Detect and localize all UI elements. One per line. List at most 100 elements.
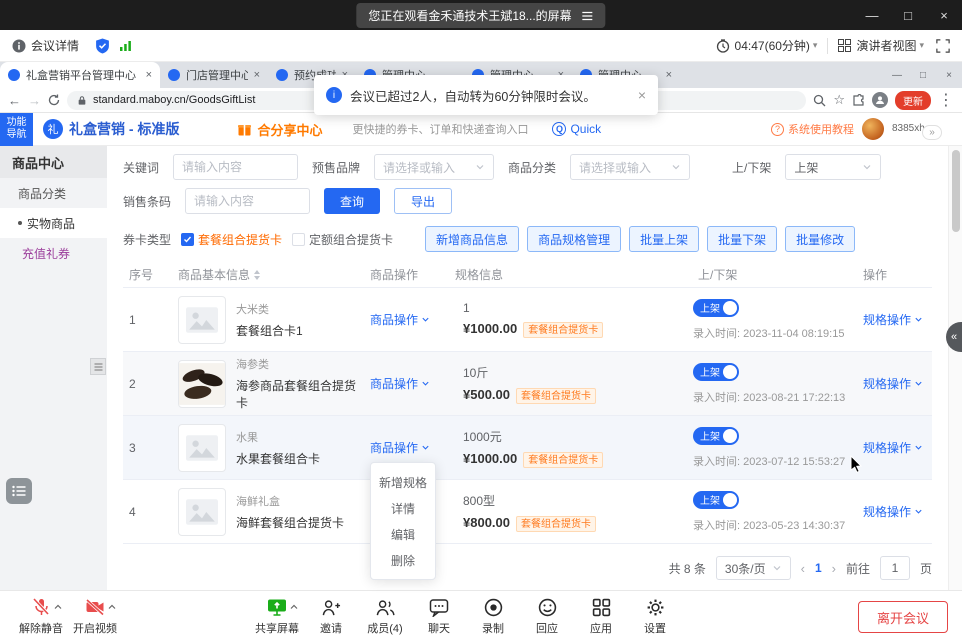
start-video-button[interactable]: 开启视频 xyxy=(68,597,122,636)
close-button[interactable]: × xyxy=(926,0,962,30)
shelf-select[interactable]: 上架 xyxy=(785,154,881,180)
function-nav-button[interactable]: 功能 导航 xyxy=(0,113,33,146)
meeting-details-link[interactable]: 会议详情 xyxy=(31,37,79,54)
category-select[interactable]: 请选择或输入 xyxy=(570,154,690,180)
browser-tab-active[interactable]: 礼盒营销平台管理中心 × xyxy=(0,62,160,88)
browser-menu-icon[interactable]: ⋮ xyxy=(938,90,954,110)
apps-button[interactable]: 应用 xyxy=(574,597,628,636)
browser-tab[interactable]: 门店管理中心 × xyxy=(160,62,268,88)
record-button[interactable]: 录制 xyxy=(466,597,520,636)
members-button[interactable]: 成员(4) xyxy=(358,597,412,636)
current-page[interactable]: 1 xyxy=(815,561,822,575)
tab-close-icon[interactable]: × xyxy=(254,69,260,81)
search-icon[interactable] xyxy=(813,94,826,107)
brand-select[interactable]: 请选择或输入 xyxy=(374,154,494,180)
browser-window-controls: — □ × xyxy=(884,62,962,88)
leave-meeting-button[interactable]: 离开会议 xyxy=(858,601,948,633)
bookmark-star-icon[interactable]: ☆ xyxy=(833,92,845,108)
reload-icon[interactable] xyxy=(48,94,60,106)
maximize-button[interactable]: □ xyxy=(890,0,926,30)
browser-close-icon[interactable]: × xyxy=(936,70,962,81)
page-size-select[interactable]: 30条/页 xyxy=(716,556,791,580)
checkbox-package-card[interactable]: 套餐组合提货卡 xyxy=(181,231,282,248)
reactions-button[interactable]: 回应 xyxy=(520,597,574,636)
goods-name: 海鲜套餐组合提货卡 xyxy=(236,514,344,531)
spec-action-link[interactable]: 规格操作 xyxy=(863,503,923,520)
chat-button[interactable]: 聊天 xyxy=(412,597,466,636)
browser-maximize-icon[interactable]: □ xyxy=(910,70,936,81)
browser-update-button[interactable]: 更新 xyxy=(895,91,931,110)
spec-action-link[interactable]: 规格操作 xyxy=(863,311,923,328)
search-button[interactable]: 查询 xyxy=(324,188,380,214)
gift-box-icon xyxy=(237,122,252,137)
share-screen-button[interactable]: 共享屏幕 xyxy=(250,597,304,636)
spec-manage-button[interactable]: 商品规格管理 xyxy=(527,226,621,252)
menu-item-detail[interactable]: 详情 xyxy=(371,495,435,521)
checkbox-unchecked-icon xyxy=(292,233,305,246)
unmute-button[interactable]: 解除静音 xyxy=(14,597,68,636)
goods-action-link[interactable]: 商品操作 xyxy=(370,375,430,392)
share-center-link[interactable]: 合分享中心 xyxy=(237,120,322,139)
prev-page-icon[interactable]: ‹ xyxy=(801,561,805,576)
meeting-timer[interactable]: 04:47(60分钟) xyxy=(735,37,810,54)
apps-grid-icon xyxy=(592,597,611,617)
add-goods-button[interactable]: 新增商品信息 xyxy=(425,226,519,252)
minimize-button[interactable]: — xyxy=(854,0,890,30)
sidebar-item-recharge-coupon[interactable]: 充值礼券 xyxy=(0,238,107,268)
page-scrollbar[interactable] xyxy=(948,146,962,590)
banner-menu-icon[interactable] xyxy=(582,11,594,21)
forward-icon[interactable]: → xyxy=(28,94,41,107)
shelf-toggle[interactable]: 上架 xyxy=(693,363,739,381)
scrollbar-thumb[interactable] xyxy=(952,150,960,232)
invite-button[interactable]: 邀请 xyxy=(304,597,358,636)
next-page-icon[interactable]: › xyxy=(832,561,836,576)
floating-list-widget[interactable] xyxy=(6,478,32,504)
menu-item-add-spec[interactable]: 新增规格 xyxy=(371,469,435,495)
sidebar-item-physical-goods[interactable]: 实物商品 xyxy=(0,208,107,238)
goods-action-link[interactable]: 商品操作 xyxy=(370,311,430,328)
keyword-input[interactable] xyxy=(173,154,298,180)
watching-banner[interactable]: 您正在观看金禾通技术王斌18...的屏幕 xyxy=(356,3,605,28)
shield-check-icon[interactable] xyxy=(95,38,110,54)
browser-minimize-icon[interactable]: — xyxy=(884,70,910,81)
settings-button[interactable]: 设置 xyxy=(628,597,682,636)
shelf-toggle[interactable]: 上架 xyxy=(693,427,739,445)
export-button[interactable]: 导出 xyxy=(394,188,452,214)
tutorial-link[interactable]: ? 系统使用教程 xyxy=(771,121,854,137)
menu-item-edit[interactable]: 编辑 xyxy=(371,521,435,547)
camera-options-caret-icon[interactable] xyxy=(108,601,116,613)
tab-close-icon[interactable]: × xyxy=(666,69,672,81)
checkbox-fixed-card[interactable]: 定额组合提货卡 xyxy=(292,231,393,248)
sidebar-item-goods-category[interactable]: 商品分类 xyxy=(0,178,107,208)
tab-close-icon[interactable]: × xyxy=(146,69,152,81)
shelf-toggle[interactable]: 上架 xyxy=(693,491,739,509)
timer-caret-icon[interactable]: ▾ xyxy=(813,40,818,51)
share-options-caret-icon[interactable] xyxy=(290,601,298,613)
view-mode-selector[interactable]: 演讲者视图 xyxy=(856,37,916,54)
browser-profile-avatar[interactable] xyxy=(872,92,888,108)
brand-logo[interactable]: 礼 礼盒营销 - 标准版 xyxy=(43,119,179,139)
menu-item-delete[interactable]: 删除 xyxy=(371,547,435,573)
quick-search-link[interactable]: Q Quick xyxy=(552,122,601,136)
mic-options-caret-icon[interactable] xyxy=(54,601,62,613)
expand-panel-button[interactable]: » xyxy=(922,125,942,140)
spec-action-link[interactable]: 规格操作 xyxy=(863,439,923,456)
extensions-icon[interactable] xyxy=(852,94,865,107)
sidebar-collapse-handle[interactable] xyxy=(90,358,106,375)
barcode-input[interactable] xyxy=(185,188,310,214)
view-caret-icon[interactable]: ▾ xyxy=(919,40,924,51)
batch-off-shelf-button[interactable]: 批量下架 xyxy=(707,226,777,252)
toast-close-icon[interactable]: × xyxy=(638,87,646,103)
card-type-label: 券卡类型 xyxy=(123,231,171,248)
user-avatar[interactable] xyxy=(862,118,884,140)
spec-action-link[interactable]: 规格操作 xyxy=(863,375,923,392)
batch-on-shelf-button[interactable]: 批量上架 xyxy=(629,226,699,252)
batch-edit-button[interactable]: 批量修改 xyxy=(785,226,855,252)
goto-page-input[interactable] xyxy=(880,556,910,580)
signal-bars-icon[interactable] xyxy=(120,40,132,51)
fullscreen-icon[interactable] xyxy=(936,39,950,53)
goods-action-link-open[interactable]: 商品操作 xyxy=(370,439,430,456)
shelf-toggle[interactable]: 上架 xyxy=(693,299,739,317)
back-icon[interactable]: ← xyxy=(8,94,21,107)
sort-icon[interactable] xyxy=(253,269,261,281)
